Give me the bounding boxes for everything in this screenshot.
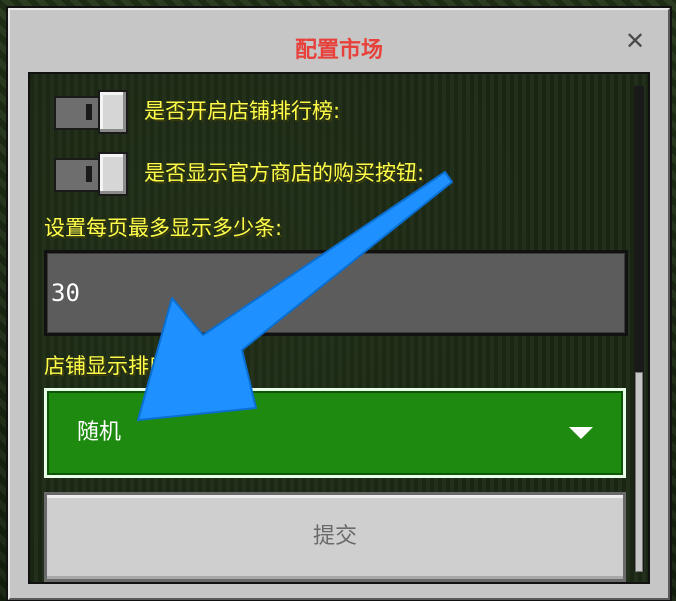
dialog-title: 配置市场	[294, 38, 383, 63]
sort-label: 店铺显示排序方式:	[44, 354, 220, 378]
toggle-off-pip	[86, 104, 92, 120]
buy-button-toggle[interactable]	[54, 152, 128, 196]
settings-panel: 是否开启店铺排行榜: 是否显示官方商店的购买按钮: 设置每页最多显示多少条: 3…	[28, 72, 650, 584]
scrollbar[interactable]	[634, 86, 644, 572]
sort-dropdown[interactable]: 随机	[44, 388, 626, 478]
setting-row-leaderboard: 是否开启店铺排行榜:	[54, 90, 341, 134]
buy-button-toggle-label: 是否显示官方商店的购买按钮:	[144, 161, 425, 185]
leaderboard-toggle-label: 是否开启店铺排行榜:	[144, 99, 341, 123]
per-page-label: 设置每页最多显示多少条:	[44, 216, 283, 240]
submit-button[interactable]: 提交	[44, 492, 626, 582]
sort-selected-value: 随机	[77, 420, 122, 445]
chevron-down-icon	[569, 427, 593, 439]
per-page-input[interactable]: 30	[44, 250, 628, 336]
config-market-dialog: 配置市场 ✕ 是否开启店铺排行榜: 是否显示官方商店的购买按钮: 设置每页最多显…	[8, 8, 670, 600]
setting-row-buy-button: 是否显示官方商店的购买按钮:	[54, 152, 425, 196]
toggle-off-pip	[86, 166, 92, 182]
close-icon[interactable]: ✕	[622, 28, 648, 54]
toggle-knob	[98, 152, 128, 196]
leaderboard-toggle[interactable]	[54, 90, 128, 134]
scrollbar-thumb[interactable]	[635, 372, 643, 572]
toggle-knob	[98, 90, 128, 134]
